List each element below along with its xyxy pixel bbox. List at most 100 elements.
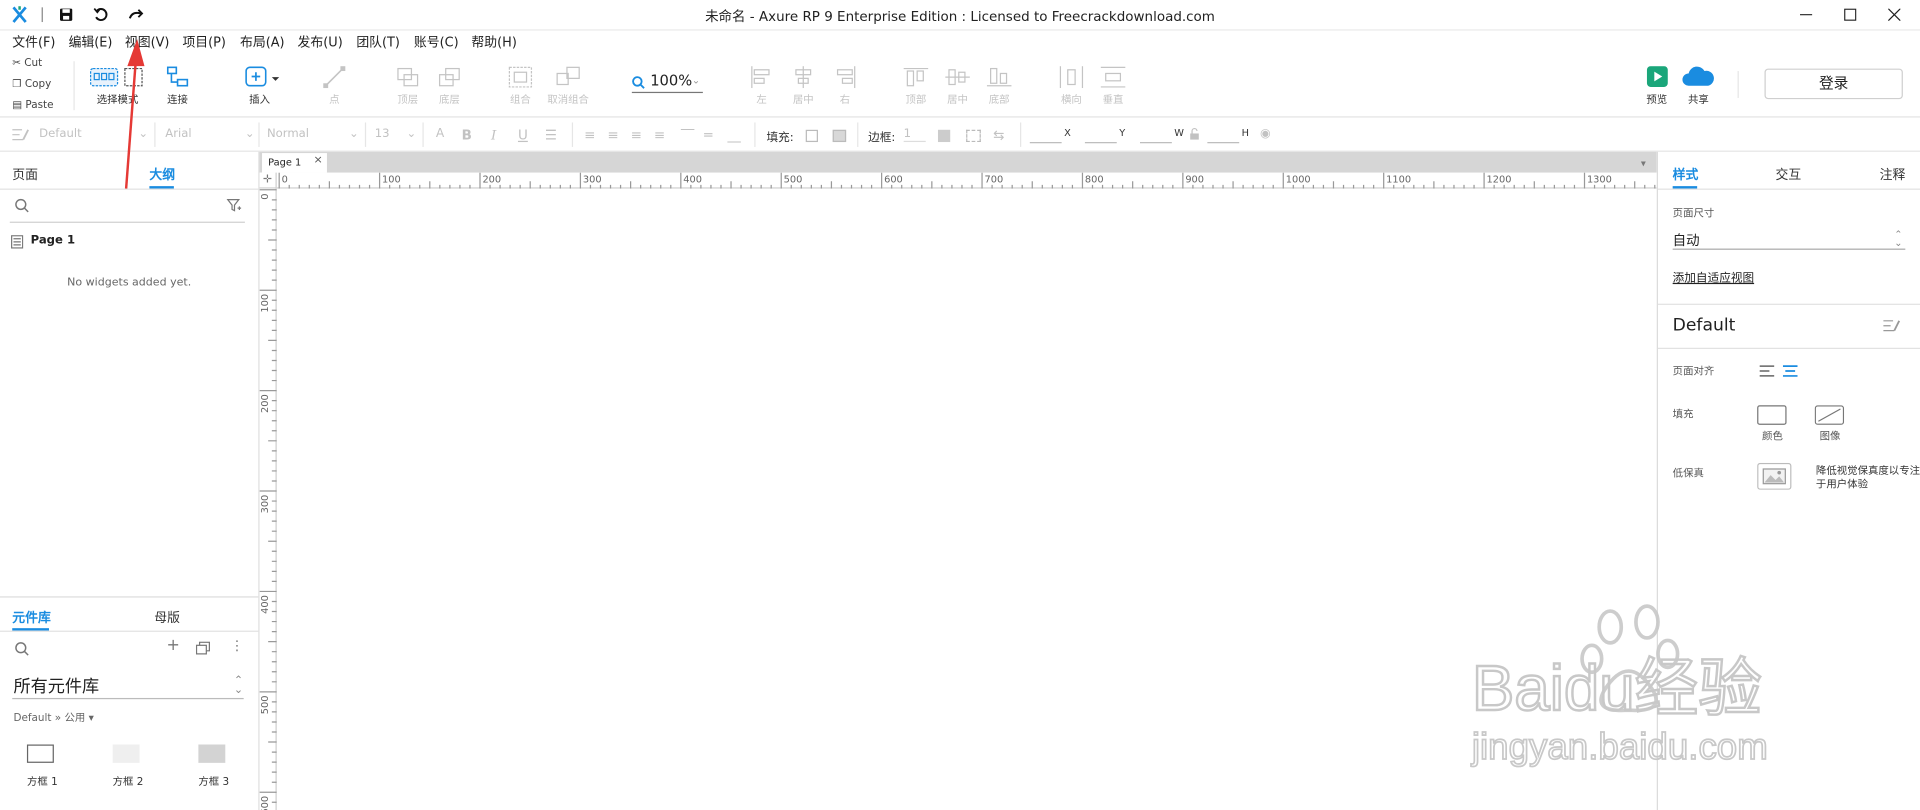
height-input[interactable] (1207, 142, 1240, 144)
text-align-left-icon[interactable]: ≡ (584, 127, 595, 143)
font-select[interactable]: Arial (165, 127, 191, 140)
fill-color-swatch[interactable] (805, 129, 818, 143)
page-size-select[interactable]: 自动 (1673, 230, 1700, 250)
insert-button[interactable]: 插入 (238, 66, 282, 107)
tab-interactions[interactable]: 交互 (1776, 165, 1802, 183)
weight-select[interactable]: Normal (267, 127, 309, 140)
bold-icon[interactable]: B (462, 127, 472, 143)
border-arrow-icon[interactable]: ⇆ (993, 127, 1004, 143)
page-align-left-icon[interactable] (1759, 365, 1775, 377)
valign-middle-icon[interactable]: ═ (704, 127, 712, 143)
align-center-button[interactable]: 居中 (789, 66, 818, 107)
design-canvas[interactable] (277, 189, 1657, 810)
w-label: W (1174, 127, 1184, 139)
top-layer-button[interactable]: 顶层 (392, 66, 424, 107)
library-copy-icon[interactable] (195, 641, 211, 655)
horizontal-ruler-labels: 0 100 200 300 400 500 600 700 800 900 1000 1100 1200… (277, 173, 1657, 189)
connect-button[interactable]: 连接 (162, 66, 194, 107)
format-divider (258, 122, 260, 147)
format-divider (571, 122, 574, 147)
login-button[interactable]: 登录 (1764, 68, 1903, 100)
close-tab-icon[interactable]: × (313, 154, 322, 166)
tab-dropdown-icon[interactable]: ▾ (1641, 158, 1646, 169)
filter-icon[interactable] (226, 198, 242, 213)
distribute-horizontal-button[interactable]: 横向 (1056, 66, 1088, 107)
menu-file[interactable]: 文件(F) (12, 33, 55, 51)
group-button[interactable]: 组合 (504, 66, 536, 107)
align-left-button[interactable]: 左 (747, 66, 776, 107)
tab-libraries[interactable]: 元件库 (12, 609, 51, 627)
menu-team[interactable]: 团队(T) (356, 33, 400, 51)
maximize-button[interactable] (1832, 2, 1869, 26)
align-top-button[interactable]: 顶部 (901, 66, 930, 107)
outline-page-item[interactable]: Page 1 (31, 234, 75, 247)
page-tab[interactable]: Page 1 × (262, 153, 327, 173)
font-size-select[interactable]: 13 (375, 127, 390, 140)
zoom-select[interactable]: 100% ⌄ (631, 72, 703, 94)
text-align-right-icon[interactable]: ≡ (631, 127, 642, 143)
widget-box-3-thumbnail[interactable] (198, 744, 226, 763)
cut-button[interactable]: ✂ Cut (12, 58, 42, 70)
fill-shadow-icon[interactable] (832, 129, 847, 143)
eye-icon[interactable]: ◉ (1260, 127, 1271, 140)
add-adaptive-view-link[interactable]: 添加自适应视图 (1673, 268, 1754, 285)
add-library-icon[interactable]: + (167, 637, 180, 655)
x-input[interactable] (1029, 142, 1062, 144)
text-justify-icon[interactable]: ≡ (654, 127, 665, 143)
width-input[interactable] (1140, 142, 1172, 144)
library-search-icon[interactable] (15, 642, 30, 657)
more-options-icon[interactable]: ⋮ (230, 638, 243, 654)
valign-bottom-icon[interactable]: ⎽ (727, 127, 740, 144)
library-select-underline (12, 697, 244, 700)
menu-edit[interactable]: 编辑(E) (69, 33, 113, 51)
widget-box-1-thumbnail[interactable] (26, 744, 54, 763)
share-button[interactable]: 共享 (1681, 66, 1715, 107)
library-select[interactable]: 所有元件库 (13, 673, 99, 697)
ruler-origin-icon[interactable]: ✛ (259, 172, 277, 189)
distribute-vertical-button[interactable]: 垂直 (1097, 66, 1129, 107)
preview-button[interactable]: 预览 (1641, 66, 1673, 107)
border-color-swatch[interactable] (937, 129, 951, 143)
border-visibility-icon[interactable] (966, 129, 981, 143)
group-label: 组合 (509, 94, 531, 107)
valign-top-icon[interactable]: ⎺ (681, 127, 694, 144)
widget-box-2-thumbnail[interactable] (112, 744, 140, 763)
fill-image-button[interactable] (1814, 405, 1845, 425)
tab-style[interactable]: 样式 (1673, 165, 1699, 183)
font-color-icon[interactable]: A (436, 127, 444, 140)
align-right-button[interactable]: 右 (830, 66, 859, 107)
menu-publish[interactable]: 发布(U) (298, 33, 343, 51)
align-bottom-button[interactable]: 底部 (984, 66, 1013, 107)
minimize-button[interactable] (1788, 2, 1825, 26)
menu-help[interactable]: 帮助(H) (471, 33, 516, 51)
menu-project[interactable]: 项目(P) (182, 33, 226, 51)
menu-layout[interactable]: 布局(A) (240, 33, 285, 51)
y-input[interactable] (1084, 142, 1117, 144)
tab-notes[interactable]: 注释 (1880, 165, 1906, 183)
lowfi-image-icon[interactable] (1757, 462, 1792, 490)
edit-style-icon[interactable] (1883, 318, 1901, 333)
bullet-list-icon[interactable]: ☰ (545, 127, 557, 143)
lock-icon[interactable] (1189, 127, 1200, 140)
close-button[interactable] (1876, 2, 1913, 26)
tab-outline[interactable]: 大纲 (149, 165, 175, 183)
ungroup-button[interactable]: 取消组合 (544, 66, 593, 107)
copy-button[interactable]: ❐ Copy (12, 78, 51, 90)
style-select[interactable]: Default (39, 127, 82, 140)
text-align-center-icon[interactable]: ≡ (607, 127, 618, 143)
italic-icon[interactable]: I (491, 127, 496, 143)
underline-icon[interactable]: U (518, 127, 528, 143)
tab-pages[interactable]: 页面 (12, 165, 38, 183)
bottom-layer-button[interactable]: 底层 (433, 66, 465, 107)
library-path[interactable]: Default » 公用 ▾ (13, 710, 93, 725)
page-align-center-icon[interactable] (1782, 365, 1798, 377)
border-width-input[interactable]: 1 (903, 127, 926, 143)
tab-masters[interactable]: 母版 (154, 609, 180, 627)
paste-button[interactable]: ▤ Paste (12, 99, 53, 111)
menu-account[interactable]: 账号(C) (414, 33, 459, 51)
point-button[interactable]: 点 (318, 66, 350, 107)
fill-color-button[interactable] (1757, 405, 1787, 425)
align-middle-button[interactable]: 居中 (943, 66, 972, 107)
outline-search-input[interactable] (37, 196, 221, 216)
fill-label: 填充: (766, 131, 794, 145)
